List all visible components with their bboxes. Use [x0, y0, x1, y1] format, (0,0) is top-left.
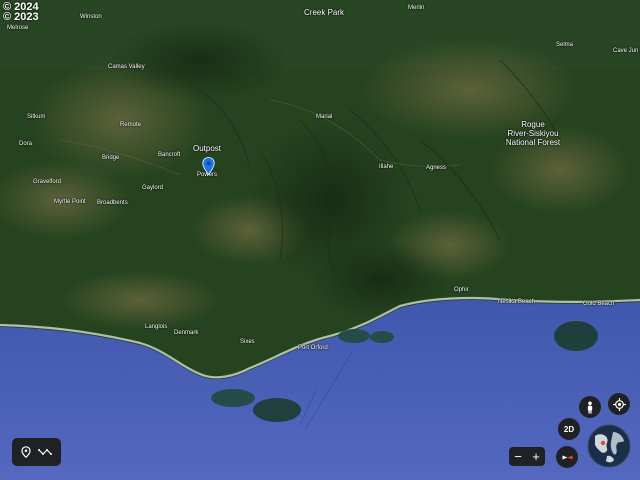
label-merlin[interactable]: Merlin	[408, 5, 424, 12]
pegman-icon	[587, 401, 593, 413]
label-gravelford[interactable]: Gravelford	[33, 179, 61, 186]
label-langlois[interactable]: Langlois	[145, 324, 167, 331]
label-bridge[interactable]: Bridge	[102, 155, 119, 162]
label-dora[interactable]: Dora	[19, 141, 32, 148]
my-location-button[interactable]	[608, 393, 630, 415]
label-winston[interactable]: Winston	[80, 14, 102, 21]
satellite-map[interactable]	[0, 0, 640, 480]
label-sixes[interactable]: Sixes	[240, 339, 255, 346]
label-port-orford[interactable]: Port Orford	[298, 345, 328, 352]
my-location-icon	[612, 397, 626, 411]
pegman-button[interactable]	[579, 396, 601, 418]
place-marker-icon[interactable]	[21, 446, 31, 458]
compass-icon	[562, 455, 572, 459]
label-myrtle-point[interactable]: Myrtle Point	[54, 199, 86, 206]
label-sitkum[interactable]: Sitkum	[27, 114, 45, 121]
label-illahe[interactable]: Illahe	[379, 164, 393, 171]
label-rogue-line-3: National Forest	[505, 138, 561, 147]
label-melrose[interactable]: Melrose	[7, 25, 28, 32]
zoom-in-button[interactable]: +	[532, 449, 540, 464]
label-nesika-beach[interactable]: Nesika Beach	[498, 299, 535, 306]
path-measure-icon[interactable]	[38, 447, 53, 457]
label-agness[interactable]: Agness	[426, 165, 446, 172]
label-denmark[interactable]: Denmark	[174, 330, 198, 337]
zoom-out-button[interactable]: −	[514, 449, 522, 464]
compass-button[interactable]	[556, 446, 578, 468]
globe-icon[interactable]	[587, 424, 631, 468]
label-rogue-river-siskiyou-nf[interactable]: Rogue River-Siskiyou National Forest	[498, 120, 568, 147]
2d-toggle-button[interactable]: 2D	[558, 418, 580, 440]
location-pin-icon[interactable]	[202, 157, 215, 175]
label-camas-valley[interactable]: Camas Valley	[108, 64, 145, 71]
label-bancroft[interactable]: Bancroft	[158, 152, 180, 159]
label-cave-junction[interactable]: Cave Jun	[613, 48, 638, 55]
label-rogue-line-2: River-Siskiyou	[507, 129, 559, 138]
label-ophir[interactable]: Ophir	[454, 287, 469, 294]
zoom-control: − +	[509, 447, 545, 466]
label-remote[interactable]: Remote	[120, 122, 141, 129]
label-selma[interactable]: Selma	[556, 42, 573, 49]
label-gaylord[interactable]: Gaylord	[142, 185, 163, 192]
label-gold-beach[interactable]: Gold Beach	[583, 301, 614, 308]
label-outpost[interactable]: Outpost	[193, 144, 221, 153]
copyright-2023: © 2023	[3, 11, 39, 23]
label-marial[interactable]: Marial	[316, 114, 332, 121]
label-broadbents[interactable]: Broadbents	[97, 200, 128, 207]
tool-panel	[12, 438, 61, 466]
label-creek-park[interactable]: Creek Park	[304, 8, 344, 17]
label-rogue-line-1: Rogue	[521, 120, 545, 129]
